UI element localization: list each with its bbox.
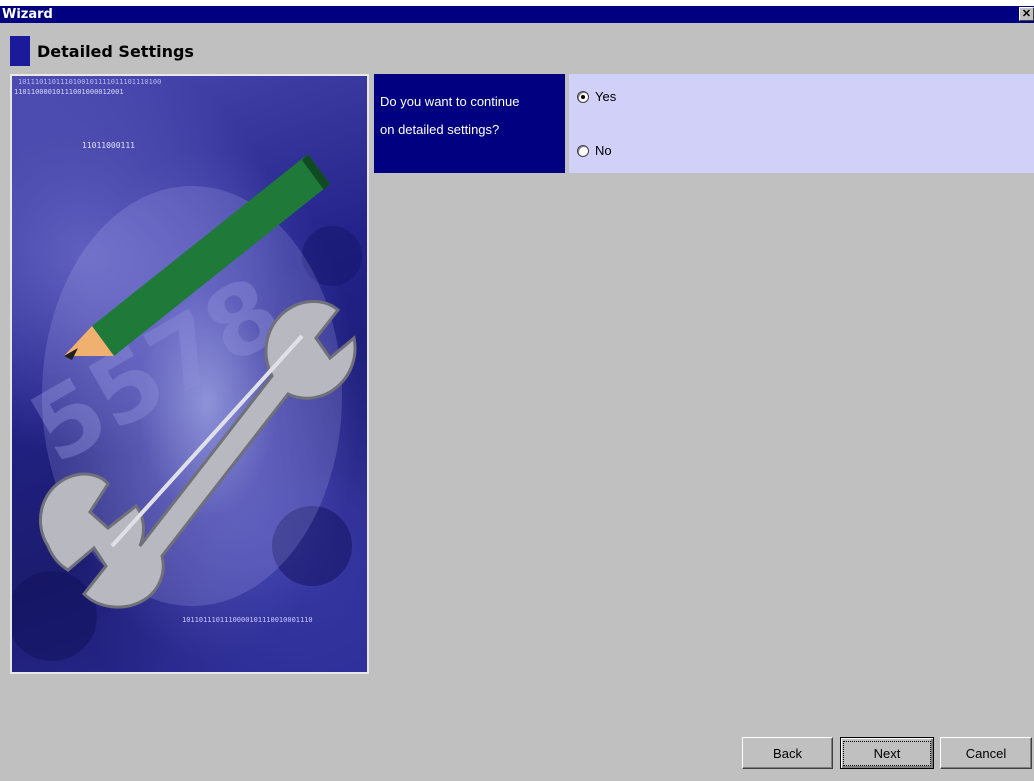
radio-no[interactable]	[577, 144, 589, 157]
next-button[interactable]: Next	[840, 737, 934, 769]
radio-yes[interactable]	[577, 90, 589, 103]
options-panel: Yes No	[569, 74, 1034, 173]
option-no-label: No	[595, 143, 612, 158]
binary-text-2: 11011000010111001000012001	[14, 88, 124, 96]
step-title: Detailed Settings	[37, 41, 194, 61]
cancel-button[interactable]: Cancel	[940, 737, 1032, 769]
close-icon: ✕	[1021, 7, 1032, 20]
option-yes[interactable]: Yes	[577, 89, 616, 104]
question-line-2: on detailed settings?	[380, 122, 500, 137]
next-button-label: Next	[842, 740, 932, 766]
illustration-graphic: 1011101101110100101111011101110100 11011…	[12, 78, 362, 661]
title-bar: Wizard ✕	[0, 0, 1034, 23]
back-button-label: Back	[773, 745, 802, 761]
wizard-illustration: 1011101101110100101111011101110100 11011…	[10, 74, 369, 674]
binary-text-3: 11011000111	[82, 141, 135, 150]
back-button[interactable]: Back	[742, 737, 833, 769]
binary-text-1: 1011101101110100101111011101110100	[18, 78, 161, 86]
window-title: Wizard	[2, 7, 53, 22]
option-yes-label: Yes	[595, 89, 617, 104]
question-label: Do you want to continue on detailed sett…	[374, 74, 565, 173]
binary-text-4: 1011011101110000101110010001110	[182, 616, 313, 624]
option-no[interactable]: No	[577, 143, 612, 158]
step-header: Detailed Settings	[10, 36, 1020, 66]
question-line-1: Do you want to continue	[380, 94, 520, 109]
cancel-button-label: Cancel	[965, 745, 1007, 761]
close-button[interactable]: ✕	[1019, 7, 1034, 21]
step-marker	[10, 36, 30, 66]
